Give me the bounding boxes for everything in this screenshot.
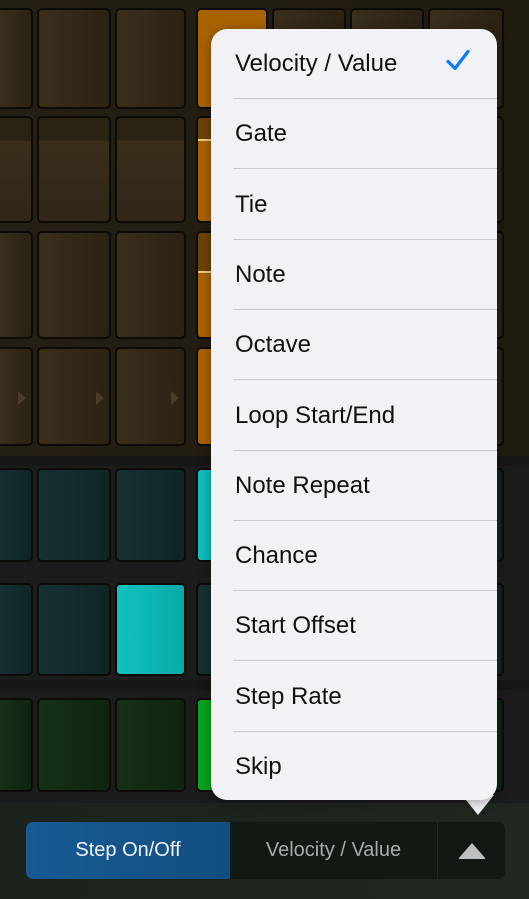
step-cell[interactable] <box>37 583 111 676</box>
menu-item[interactable]: Velocity / Value <box>211 29 497 99</box>
step-cell[interactable] <box>37 468 111 562</box>
menu-item[interactable]: Skip <box>211 732 497 802</box>
menu-item-label: Gate <box>235 120 288 148</box>
current-mode-label: Velocity / Value <box>265 839 402 861</box>
step-cell[interactable] <box>115 347 186 446</box>
menu-item[interactable]: Note Repeat <box>211 451 497 521</box>
step-cell[interactable] <box>115 116 186 223</box>
menu-item[interactable]: Gate <box>211 99 497 170</box>
step-cell[interactable] <box>115 468 186 562</box>
tie-arrow-icon <box>171 391 179 405</box>
menu-item[interactable]: Octave <box>211 310 497 381</box>
menu-item-label: Octave <box>235 331 312 359</box>
step-cell[interactable] <box>0 583 33 676</box>
step-cell[interactable] <box>37 231 111 339</box>
menu-item-label: Velocity / Value <box>235 50 398 77</box>
menu-item[interactable]: Step Rate <box>211 662 497 732</box>
step-cell[interactable] <box>115 583 186 676</box>
menu-item-label: Tie <box>235 190 268 218</box>
step-cell[interactable] <box>115 8 186 109</box>
step-cell[interactable] <box>0 468 33 562</box>
tie-arrow-icon <box>96 391 104 405</box>
step-cell[interactable] <box>0 347 33 446</box>
menu-item[interactable]: Start Offset <box>211 591 497 662</box>
mode-menu-button[interactable] <box>437 822 505 879</box>
step-cell[interactable] <box>0 116 33 223</box>
menu-item-label: Note Repeat <box>235 471 370 499</box>
step-cell[interactable] <box>0 698 33 792</box>
menu-item-label: Step Rate <box>235 682 342 710</box>
menu-item-label: Skip <box>235 753 282 780</box>
value-marker <box>198 271 212 273</box>
value-marker <box>198 139 212 141</box>
checkmark-icon <box>445 49 471 80</box>
tie-arrow-icon <box>18 391 26 405</box>
menu-item-label: Loop Start/End <box>235 401 396 429</box>
current-mode-button[interactable]: Velocity / Value <box>230 822 437 879</box>
edit-mode-segmented-control: Step On/Off Velocity / Value <box>26 822 505 879</box>
step-cell[interactable] <box>37 698 111 792</box>
menu-item-label: Chance <box>235 542 318 570</box>
step-cell[interactable] <box>37 347 111 446</box>
menu-item[interactable]: Loop Start/End <box>211 381 497 451</box>
menu-item-label: Note <box>235 260 286 288</box>
step-cell[interactable] <box>0 231 33 339</box>
menu-item-label: Start Offset <box>235 612 356 640</box>
step-on-off-button[interactable]: Step On/Off <box>26 822 230 879</box>
edit-mode-menu: Velocity / Value Gate Tie Note Octave Loop St… <box>211 29 497 800</box>
step-cell[interactable] <box>115 698 186 792</box>
menu-item[interactable]: Chance <box>211 521 497 592</box>
triangle-up-icon <box>457 842 486 859</box>
step-on-off-label: Step On/Off <box>75 839 181 861</box>
step-cell[interactable] <box>37 8 111 109</box>
step-cell[interactable] <box>37 116 111 223</box>
menu-item[interactable]: Note <box>211 240 497 310</box>
step-cell[interactable] <box>115 231 186 339</box>
menu-item[interactable]: Tie <box>211 170 497 240</box>
step-cell[interactable] <box>0 8 33 109</box>
